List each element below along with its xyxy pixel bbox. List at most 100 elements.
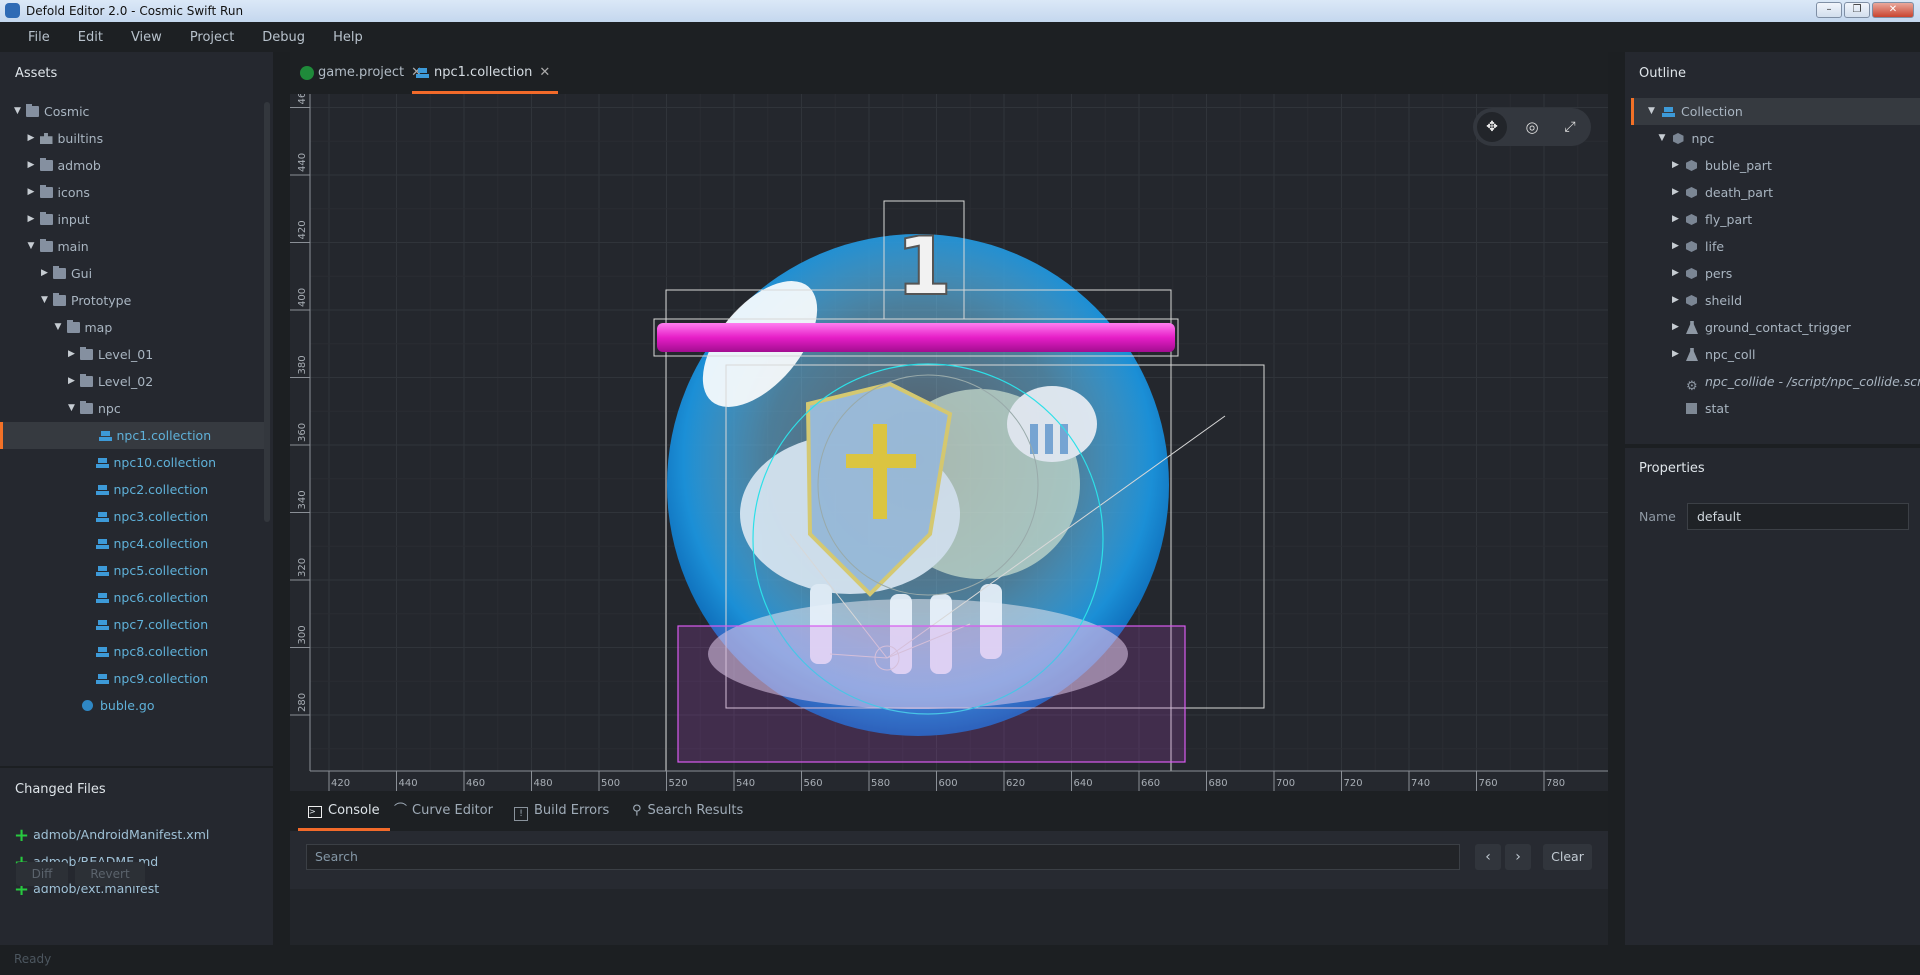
tree-item[interactable]: npc2.collection	[0, 476, 265, 503]
minimize-button[interactable]: –	[1816, 2, 1842, 18]
assets-scrollbar[interactable]	[264, 102, 270, 522]
scale-tool-button[interactable]: ⤢	[1555, 112, 1585, 142]
outline-item[interactable]: ⚙ npc_collide - /script/npc_collide.scrip…	[1631, 368, 1920, 395]
tree-item[interactable]: npc8.collection	[0, 638, 265, 665]
tree-item[interactable]: ▶ Level_01	[0, 341, 265, 368]
tree-item[interactable]: buble.go	[0, 692, 265, 716]
chevron-down-icon[interactable]: ▼	[1648, 98, 1655, 125]
tree-item[interactable]: npc4.collection	[0, 530, 265, 557]
chevron-right-icon[interactable]: ▶	[68, 341, 75, 368]
chevron-right-icon[interactable]: ▶	[28, 125, 35, 152]
chevron-right-icon[interactable]: ▶	[68, 368, 75, 395]
chevron-down-icon[interactable]: ▼	[28, 233, 35, 260]
tree-item[interactable]: npc3.collection	[0, 503, 265, 530]
outline-item[interactable]: ▶ fly_part	[1631, 206, 1920, 233]
clear-button[interactable]: Clear	[1543, 844, 1592, 870]
collection-icon	[1662, 106, 1675, 117]
tab-npc1-collection[interactable]: npc1.collection ✕	[412, 52, 559, 94]
maximize-button[interactable]: ❐	[1844, 2, 1870, 18]
outline-item[interactable]: ▶ pers	[1631, 260, 1920, 287]
x-tick-label: 780	[1546, 778, 1565, 789]
chevron-right-icon[interactable]: ▶	[1672, 314, 1679, 341]
chevron-down-icon[interactable]: ▼	[41, 287, 48, 314]
outline-item-label: npc	[1691, 131, 1715, 146]
chevron-right-icon[interactable]: ▶	[1672, 152, 1679, 179]
collision-object-icon	[1686, 321, 1698, 334]
name-field[interactable]: default	[1687, 503, 1909, 530]
previous-button[interactable]: ‹	[1475, 844, 1501, 870]
move-tool-button[interactable]: ✥	[1477, 112, 1507, 142]
x-tick-label: 540	[736, 778, 755, 789]
tree-item[interactable]: ▶ Gui	[0, 260, 265, 287]
next-button[interactable]: ›	[1505, 844, 1531, 870]
outline-item[interactable]: ▼ npc	[1631, 125, 1920, 152]
outline-item[interactable]: ▶ death_part	[1631, 179, 1920, 206]
terminal-icon: >	[308, 806, 322, 818]
outline-item-label: life	[1705, 239, 1725, 254]
outline-item[interactable]: ▶ sheild	[1631, 287, 1920, 314]
tree-item[interactable]: ▶ input	[0, 206, 265, 233]
changed-file-item[interactable]: + admob/AndroidManifest.xml	[14, 825, 209, 846]
tree-item[interactable]: ▶ builtins	[0, 125, 265, 152]
outline-item[interactable]: ▶ buble_part	[1631, 152, 1920, 179]
chevron-right-icon[interactable]: ▶	[28, 206, 35, 233]
tab-game-project[interactable]: game.project ✕	[298, 52, 422, 94]
outline-item[interactable]: ▼ Collection	[1631, 98, 1920, 125]
close-button[interactable]: ✕	[1872, 2, 1914, 18]
tab-build-errors[interactable]: ! Build Errors	[514, 791, 609, 831]
outline-item[interactable]: ▶ ground_contact_trigger	[1631, 314, 1920, 341]
tree-item[interactable]: npc9.collection	[0, 665, 265, 692]
menu-file[interactable]: File	[14, 30, 64, 45]
chevron-right-icon[interactable]: ▶	[1672, 179, 1679, 206]
outline-item[interactable]: ▶ npc_coll	[1631, 341, 1920, 368]
menu-project[interactable]: Project	[176, 30, 248, 45]
tree-item[interactable]: ▼ Cosmic	[0, 98, 265, 125]
chevron-right-icon[interactable]: ▶	[1672, 233, 1679, 260]
tree-item[interactable]: ▼ Prototype	[0, 287, 265, 314]
tree-item[interactable]: npc1.collection	[0, 422, 265, 449]
tree-item[interactable]: ▼ main	[0, 233, 265, 260]
tree-item[interactable]: ▶ icons	[0, 179, 265, 206]
chevron-down-icon[interactable]: ▼	[1659, 125, 1666, 152]
changed-files-title: Changed Files	[15, 782, 106, 797]
tree-item[interactable]: ▼ map	[0, 314, 265, 341]
menu-help[interactable]: Help	[319, 30, 377, 45]
chevron-right-icon[interactable]: ▶	[28, 152, 35, 179]
chevron-right-icon[interactable]: ▶	[28, 179, 35, 206]
scene-viewport[interactable]: 1 420 440 460 480 500 520 540 560 580 600 620 640 66…	[290, 94, 1608, 791]
tree-item[interactable]: npc10.collection	[0, 449, 265, 476]
outline-item[interactable]: ▶ life	[1631, 233, 1920, 260]
console-search-input[interactable]: Search	[306, 844, 1460, 870]
tree-item[interactable]: ▶ Level_02	[0, 368, 265, 395]
tree-item[interactable]: ▼ npc	[0, 395, 265, 422]
game-object-icon	[1686, 214, 1697, 225]
tree-item[interactable]: npc6.collection	[0, 584, 265, 611]
tree-item[interactable]: ▶ admob	[0, 152, 265, 179]
tab-curve-editor[interactable]: ⌒ Curve Editor	[394, 791, 493, 831]
defold-logo-icon	[5, 3, 20, 18]
chevron-right-icon[interactable]: ▶	[1672, 287, 1679, 314]
assets-title: Assets	[15, 66, 58, 81]
scene-canvas[interactable]: 1 420 440 460 480 500 520 540 560 580 600 620 640 66…	[290, 94, 1608, 791]
revert-button[interactable]: Revert	[75, 862, 145, 886]
outline-item[interactable]: stat	[1631, 395, 1920, 422]
chevron-down-icon[interactable]: ▼	[14, 98, 21, 125]
x-tick-label: 460	[466, 778, 485, 789]
chevron-down-icon[interactable]: ▼	[55, 314, 62, 341]
close-tab-icon[interactable]: ✕	[539, 65, 550, 80]
menu-view[interactable]: View	[117, 30, 176, 45]
rotate-tool-button[interactable]: ◎	[1517, 112, 1547, 142]
diff-button[interactable]: Diff	[16, 862, 68, 886]
chevron-right-icon[interactable]: ▶	[1672, 260, 1679, 287]
menu-edit[interactable]: Edit	[64, 30, 117, 45]
tab-console[interactable]: > Console	[298, 791, 390, 831]
chevron-right-icon[interactable]: ▶	[1672, 206, 1679, 233]
tab-search-results[interactable]: ⚲ Search Results	[632, 791, 743, 831]
tree-item[interactable]: npc5.collection	[0, 557, 265, 584]
tree-item-label: npc4.collection	[113, 536, 209, 551]
chevron-right-icon[interactable]: ▶	[1672, 341, 1679, 368]
chevron-down-icon[interactable]: ▼	[68, 395, 75, 422]
menu-debug[interactable]: Debug	[248, 30, 319, 45]
chevron-right-icon[interactable]: ▶	[41, 260, 48, 287]
tree-item[interactable]: npc7.collection	[0, 611, 265, 638]
